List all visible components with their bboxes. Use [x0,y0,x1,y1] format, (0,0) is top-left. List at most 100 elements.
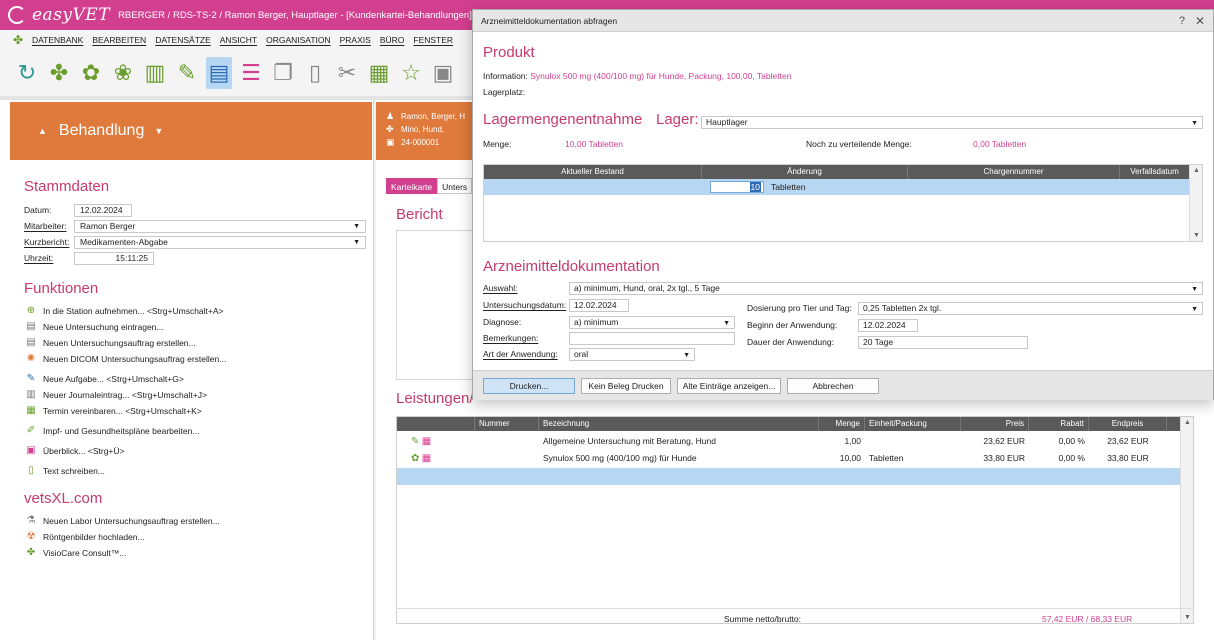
scroll-down-icon[interactable]: ▼ [1193,232,1200,239]
drucken-button[interactable]: Drucken... [483,378,575,394]
menu-datenbank[interactable]: DATENBANK [32,35,83,45]
col-bezeichnung[interactable]: Bezeichnung [539,417,819,431]
patient-number: 24-000001 [401,138,440,147]
row-bezeichnung: Synulox 500 mg (400/100 mg) für Hunde [543,453,697,463]
diagnose-value: a) minimum [574,317,619,327]
new-document-icon[interactable]: ☆ [398,57,424,89]
text-schreiben-link[interactable]: ▯ Text schreiben... [24,464,105,478]
certificate-icon[interactable]: ✎ [174,57,200,89]
menu-bearbeiten[interactable]: BEARBEITEN [92,35,146,45]
art-select[interactable]: oral ▼ [569,348,695,361]
chevron-down-icon[interactable]: ▼ [353,221,360,232]
customer-icon[interactable]: ✤ [46,57,72,89]
diagnose-label: Diagnose: [483,317,522,327]
app-menu-icon[interactable]: ✤ [10,33,26,47]
neue-untersuchung-link[interactable]: ▤ Neue Untersuchung eintragen... [24,320,163,334]
menu-praxis[interactable]: PRAXIS [340,35,371,45]
table-row[interactable]: ✿ ▦ Synulox 500 mg (400/100 mg) für Hund… [397,450,1181,467]
col-aenderung[interactable]: Änderung [702,165,908,179]
tab-karteikarte[interactable]: Karteikarte [386,178,438,194]
menu-datensaetze[interactable]: DATENSÄTZE [155,35,211,45]
patient-icon[interactable]: ✿ [78,57,104,89]
col-nummer[interactable]: Nummer [475,417,539,431]
beginn-field[interactable]: 12.02.2024 [858,319,918,332]
chevron-down-icon[interactable]: ▼ [1191,284,1198,295]
kein-beleg-drucken-button[interactable]: Kein Beleg Drucken [581,378,671,394]
stock-row-selected[interactable]: 10 Tabletten [484,179,1190,195]
termin-link[interactable]: ▦ Termin vereinbaren... <Strg+Umschalt+K… [24,404,201,418]
services-scrollbar[interactable]: ▲ ▼ [1180,417,1193,623]
abbrechen-button[interactable]: Abbrechen [787,378,879,394]
col-endpreis[interactable]: Endpreis [1089,417,1167,431]
col-rabatt[interactable]: Rabatt [1029,417,1089,431]
chevron-down-icon[interactable]: ▼ [723,318,730,329]
chevron-down-icon[interactable]: ▼ [353,237,360,248]
cut-icon[interactable]: ✂ [334,57,360,89]
visiocare-icon: ✤ [26,547,36,558]
dauer-field[interactable]: 20 Tage [858,336,1028,349]
scroll-up-icon[interactable]: ▲ [1184,419,1191,426]
col-chargennummer[interactable]: Chargennummer [908,165,1120,179]
labor-auftrag-link[interactable]: ⚗ Neuen Labor Untersuchungsauftrag erste… [24,514,220,528]
menu-fenster[interactable]: FENSTER [413,35,453,45]
records-icon[interactable]: ▤ [206,57,232,89]
table-icon[interactable]: ▦ [366,57,392,89]
paste-icon[interactable]: ▯ [302,57,328,89]
mitarbeiter-select[interactable]: Ramon Berger ▼ [74,219,366,233]
untersuchungsauftrag-link[interactable]: ▤ Neuen Untersuchungsauftrag erstellen..… [24,336,195,350]
uhrzeit-field[interactable]: 15:11:25 [74,251,154,265]
table-row[interactable]: ✎ ▦ Allgemeine Untersuchung mit Beratung… [397,433,1181,450]
stammdaten-title: Stammdaten [24,178,110,195]
dosierung-select[interactable]: 0,25 Tabletten 2x tgl. ▼ [858,302,1203,315]
col-aktueller-bestand[interactable]: Aktueller Bestand [484,165,702,179]
diagnose-select[interactable]: a) minimum ▼ [569,316,735,329]
col-menge[interactable]: Menge [819,417,865,431]
animals-icon[interactable]: ❀ [110,57,136,89]
journaleintrag-link[interactable]: ▥ Neuer Journaleintrag... <Strg+Umschalt… [24,388,207,402]
col-preis[interactable]: Preis [961,417,1029,431]
refresh-icon[interactable]: ↻ [14,57,40,89]
collapse-icon[interactable]: ▲ [38,126,47,136]
visiocare-link[interactable]: ✤ VisioCare Consult™... [24,546,127,560]
save-icon[interactable]: ▣ [430,57,456,89]
chevron-down-icon[interactable]: ▼ [154,126,163,136]
tab-untersuchung[interactable]: Unters [437,178,473,194]
behandlung-header[interactable]: ▲ Behandlung ▼ [10,102,372,160]
untersuchungsdatum-field[interactable]: 12.02.2024 [569,299,629,312]
roentgen-hochladen-link[interactable]: ☢ Röntgenbilder hochladen... [24,530,145,544]
statistics-icon[interactable]: ▥ [142,57,168,89]
chevron-down-icon[interactable]: ▼ [1191,118,1198,129]
help-icon[interactable]: ? [1179,10,1185,32]
neue-aufgabe-link[interactable]: ✎ Neue Aufgabe... <Strg+Umschalt+G> [24,372,184,386]
alte-eintraege-button[interactable]: Alte Einträge anzeigen... [677,378,781,394]
auswahl-select[interactable]: a) minimum, Hund, oral, 2x tgl., 5 Tage … [569,282,1203,295]
menu-buero[interactable]: BÜRO [380,35,405,45]
quantity-input[interactable]: 10 [710,181,764,193]
lager-select[interactable]: Hauptlager ▼ [701,116,1203,129]
bericht-textarea[interactable] [396,230,478,380]
kurzbericht-select[interactable]: Medikamenten-Abgabe ▼ [74,235,366,249]
copy-icon[interactable]: ❐ [270,57,296,89]
table-row-empty-selected[interactable] [397,468,1181,485]
impfplaene-link[interactable]: ✐ Impf- und Gesundheitspläne bearbeiten.… [24,424,200,438]
scroll-up-icon[interactable]: ▲ [1193,167,1200,174]
list-icon[interactable]: ☰ [238,57,264,89]
menu-organisation[interactable]: ORGANISATION [266,35,331,45]
col-verfallsdatum[interactable]: Verfallsdatum [1120,165,1190,179]
funktionen-title: Funktionen [24,280,99,297]
scroll-down-icon[interactable]: ▼ [1184,614,1191,621]
station-aufnehmen-link[interactable]: ⊕ In die Station aufnehmen... <Strg+Umsc… [24,304,224,318]
ueberblick-link[interactable]: ▣ Überblick... <Strg+Ü> [24,444,124,458]
chevron-down-icon[interactable]: ▼ [683,350,690,361]
menu-ansicht[interactable]: ANSICHT [220,35,257,45]
col-einheit[interactable]: Einheit/Packung [865,417,961,431]
close-icon[interactable]: ✕ [1195,10,1205,32]
dicom-auftrag-link[interactable]: ✺ Neuen DICOM Untersuchungsauftrag erste… [24,352,227,366]
bemerkungen-field[interactable] [569,332,735,345]
station-icon: ⊕ [26,305,36,316]
medication-icon: ✿ [411,453,420,464]
chevron-down-icon[interactable]: ▼ [1191,304,1198,315]
datum-field[interactable]: 12.02.2024 [74,203,132,217]
owner-name: Ramon, Berger, H [401,112,466,121]
stock-scrollbar[interactable]: ▲ ▼ [1189,165,1202,241]
